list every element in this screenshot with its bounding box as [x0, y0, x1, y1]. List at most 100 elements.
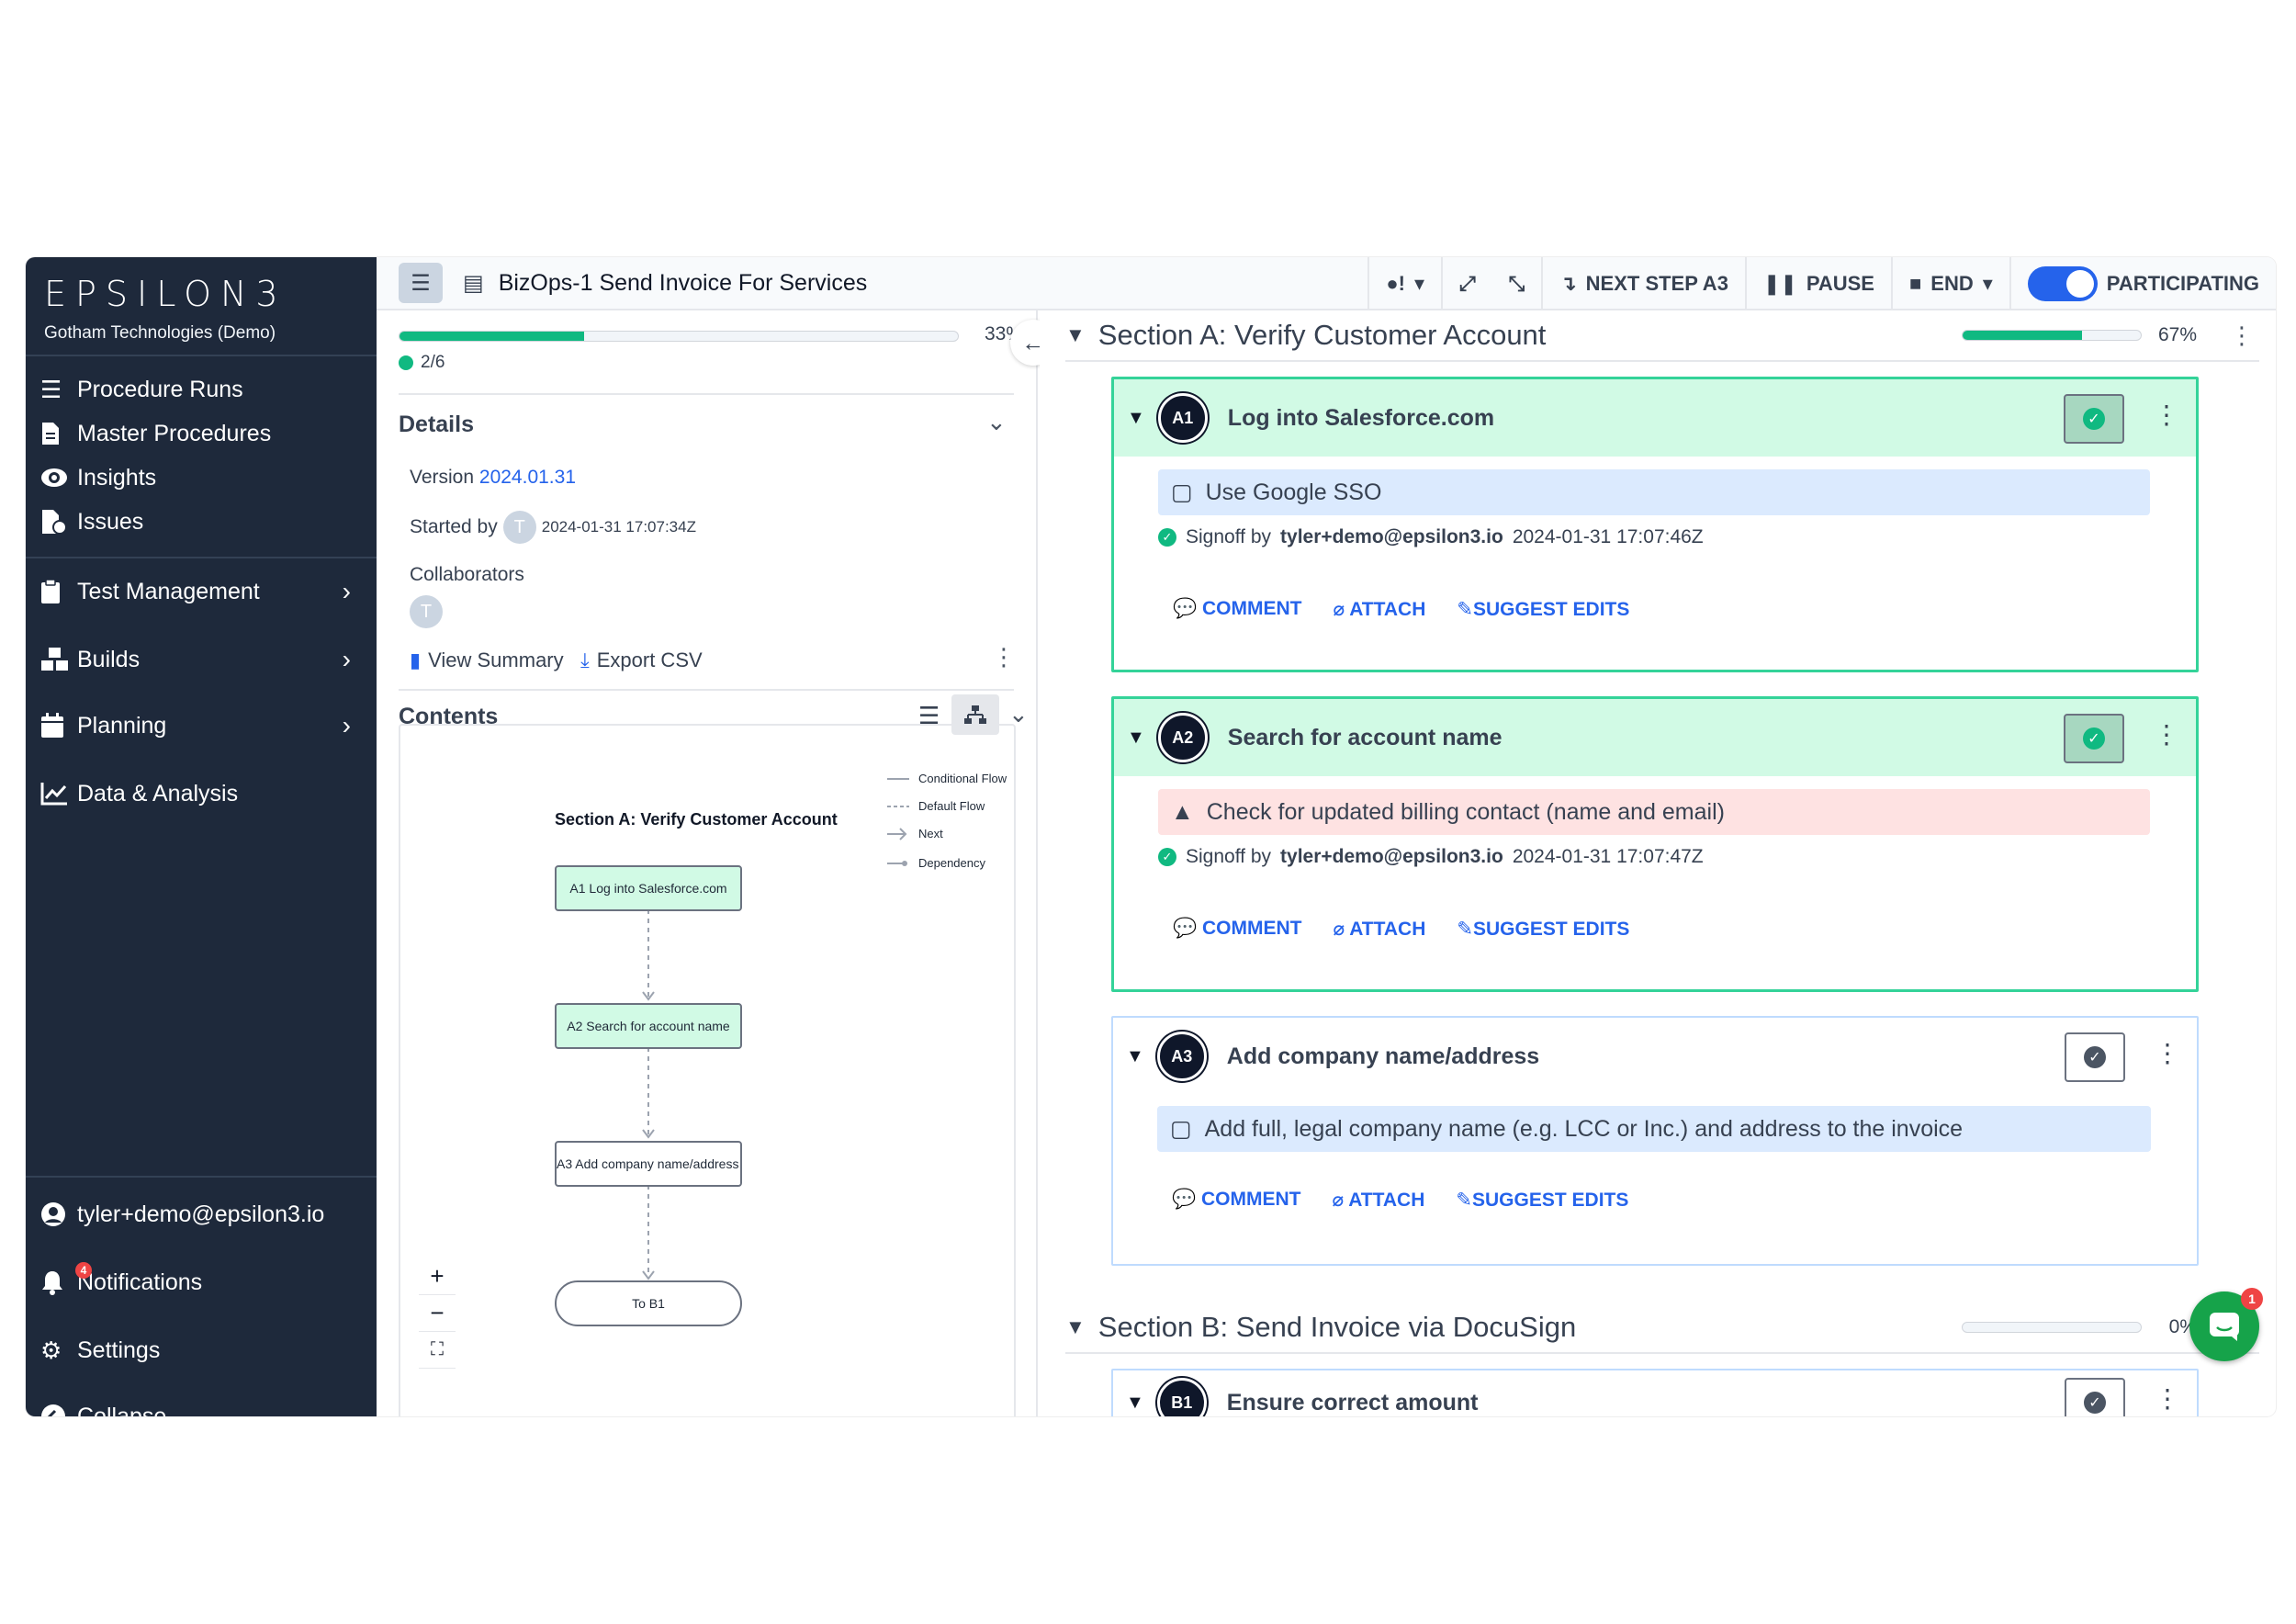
view-summary-link[interactable]: ▮ View Summary — [410, 648, 564, 672]
sidebar-item-planning[interactable]: Planning › — [26, 698, 377, 753]
comment-button[interactable]: 💬 COMMENT — [1173, 918, 1301, 941]
sidebar-divider — [26, 557, 377, 558]
version-link[interactable]: 2024.01.31 — [479, 467, 576, 488]
procedure-title: BizOps-1 Send Invoice For Services — [498, 269, 868, 296]
status-dot-icon — [399, 355, 413, 370]
section-header[interactable]: ▼ Section B: Send Invoice via DocuSign 0… — [1065, 1303, 2259, 1354]
step-card: ▼ A2 Search for account name ✓ ⋮ ▲ Check… — [1111, 696, 2199, 992]
sidebar-item-label: Settings — [77, 1336, 161, 1363]
alert-menu-button[interactable]: ●! ▾ — [1367, 257, 1441, 310]
flow-diagram[interactable]: Section A: Verify Customer Account Condi… — [399, 724, 1016, 1416]
suggest-edits-button[interactable]: ✎SUGGEST EDITS — [1457, 598, 1629, 621]
suggest-edits-button[interactable]: ✎SUGGEST EDITS — [1456, 1189, 1628, 1212]
run-details-panel: 33% 2/6 ← Details ⌄ Version 2024.01.31 S… — [377, 310, 1056, 1416]
signoff-button[interactable]: ✓ — [2064, 714, 2124, 763]
sidebar-item-test-management[interactable]: Test Management › — [26, 564, 377, 619]
suggest-edits-label: SUGGEST EDITS — [1473, 919, 1630, 940]
suggest-edits-label: SUGGEST EDITS — [1472, 1190, 1629, 1211]
more-icon[interactable]: ⋮ — [2154, 719, 2179, 750]
sidebar-item-label: Insights — [77, 464, 157, 491]
flow-node[interactable]: A1 Log into Salesforce.com — [555, 865, 742, 911]
bell-icon — [40, 1269, 77, 1295]
caret-down-icon[interactable]: ▼ — [1065, 1315, 1086, 1339]
divider — [399, 689, 1014, 691]
caret-down-icon: ▾ — [1982, 272, 1993, 295]
sidebar-item-label: Collapse — [77, 1403, 167, 1417]
clipboard-icon — [40, 579, 77, 604]
attach-button[interactable]: ⌀ ATTACH — [1333, 918, 1425, 941]
callout-text: Check for updated billing contact (name … — [1206, 798, 1725, 825]
zoom-in-button[interactable]: + — [419, 1258, 456, 1295]
sidebar-item-settings[interactable]: ⚙ Settings — [26, 1323, 377, 1378]
collapse-all-button[interactable]: ⤡ — [1492, 257, 1542, 310]
run-progress-fill — [400, 332, 584, 341]
expand-icon: ⤢ — [1459, 272, 1476, 295]
sidebar-item-issues[interactable]: Issues — [26, 494, 377, 549]
caret-down-icon[interactable]: ▼ — [1126, 1046, 1144, 1067]
participating-toggle-group: PARTICIPATING — [2009, 257, 2276, 310]
next-step-label: NEXT STEP A3 — [1585, 272, 1728, 295]
chat-icon — [2210, 1313, 2239, 1341]
caret-down-icon[interactable]: ▼ — [1127, 727, 1145, 749]
zoom-out-button[interactable]: − — [419, 1295, 456, 1332]
section-progress-percent: 67% — [2157, 324, 2197, 345]
more-icon[interactable]: ⋮ — [2154, 400, 2179, 430]
run-progress-bar — [399, 331, 959, 342]
user-email: tyler+demo@epsilon3.io — [77, 1201, 325, 1227]
signoff-button[interactable]: ✓ — [2065, 1032, 2125, 1082]
more-icon[interactable]: ⋮ — [2230, 321, 2254, 350]
alert-icon: ●! — [1386, 272, 1405, 295]
fit-view-button[interactable]: ⛶ — [419, 1332, 456, 1369]
signoff-button[interactable]: ✓ — [2064, 394, 2124, 444]
started-by-label: Started by — [410, 516, 498, 537]
list-icon: ☰ — [40, 375, 62, 403]
caret-down-icon[interactable]: ▼ — [1126, 1393, 1144, 1414]
step-header: ▼ B1 Ensure correct amount ✓ ⋮ — [1113, 1370, 2197, 1416]
flow-node[interactable]: A3 Add company name/address — [555, 1141, 742, 1187]
caret-down-icon[interactable]: ▼ — [1065, 323, 1086, 347]
toggle-list-button[interactable]: ☰ — [399, 263, 443, 303]
comment-button[interactable]: 💬 COMMENT — [1173, 598, 1301, 621]
sidebar-item-data-analysis[interactable]: Data & Analysis — [26, 766, 377, 821]
sidebar-item-label: Procedure Runs — [77, 376, 243, 402]
issues-icon — [40, 509, 77, 535]
details-more-icon[interactable]: ⋮ — [992, 643, 1016, 671]
details-collapse-chevron-icon[interactable]: ⌄ — [986, 408, 1007, 436]
end-label: END — [1930, 272, 1974, 295]
more-icon[interactable]: ⋮ — [2155, 1383, 2180, 1414]
started-at: 2024-01-31 17:07:34Z — [541, 518, 696, 536]
document-icon: ▮ — [410, 648, 422, 671]
comment-button[interactable]: 💬 COMMENT — [1172, 1189, 1300, 1212]
section-progress-fill — [1963, 331, 2082, 340]
chevron-right-icon: › — [342, 577, 351, 605]
expand-all-button[interactable]: ⤢ — [1441, 257, 1492, 310]
flow-node[interactable]: To B1 — [555, 1280, 742, 1326]
sidebar-item-builds[interactable]: Builds › — [26, 632, 377, 687]
sidebar-item-user[interactable]: tyler+demo@epsilon3.io — [26, 1187, 377, 1242]
sidebar-item-label: Issues — [77, 508, 144, 535]
caret-down-icon[interactable]: ▼ — [1127, 408, 1145, 429]
export-csv-link[interactable]: ⤓ Export CSV — [580, 648, 703, 672]
notification-count-badge: 4 — [75, 1262, 92, 1279]
pause-button[interactable]: ❚❚ PAUSE — [1744, 257, 1891, 310]
more-icon[interactable]: ⋮ — [2155, 1038, 2180, 1068]
sidebar-item-notifications[interactable]: 4 Notifications — [26, 1255, 377, 1310]
attach-button[interactable]: ⌀ ATTACH — [1332, 1189, 1424, 1212]
flow-node[interactable]: A2 Search for account name — [555, 1003, 742, 1049]
participating-toggle[interactable] — [2027, 266, 2098, 301]
signoff-button[interactable]: ✓ — [2065, 1378, 2125, 1416]
attach-button[interactable]: ⌀ ATTACH — [1333, 598, 1425, 621]
sidebar-item-collapse[interactable]: Collapse — [26, 1389, 377, 1416]
step-header: ▼ A1 Log into Salesforce.com ✓ ⋮ — [1114, 379, 2196, 457]
end-button[interactable]: ■ END ▾ — [1890, 257, 2009, 310]
signoff-record: ✓ Signoff by tyler+demo@epsilon3.io 2024… — [1158, 526, 2196, 548]
suggest-edits-label: SUGGEST EDITS — [1473, 599, 1630, 620]
section-header[interactable]: ▼ Section A: Verify Customer Account 67%… — [1065, 310, 2259, 362]
view-summary-label: View Summary — [428, 648, 564, 671]
suggest-edits-button[interactable]: ✎SUGGEST EDITS — [1457, 918, 1629, 941]
step-title: Add company name/address — [1226, 1043, 1540, 1069]
chat-badge: 1 — [2241, 1288, 2263, 1310]
next-step-button[interactable]: ↴ NEXT STEP A3 — [1541, 257, 1745, 310]
note-icon: ▢ — [1170, 1116, 1192, 1142]
chat-launcher-button[interactable]: 1 — [2189, 1288, 2263, 1361]
